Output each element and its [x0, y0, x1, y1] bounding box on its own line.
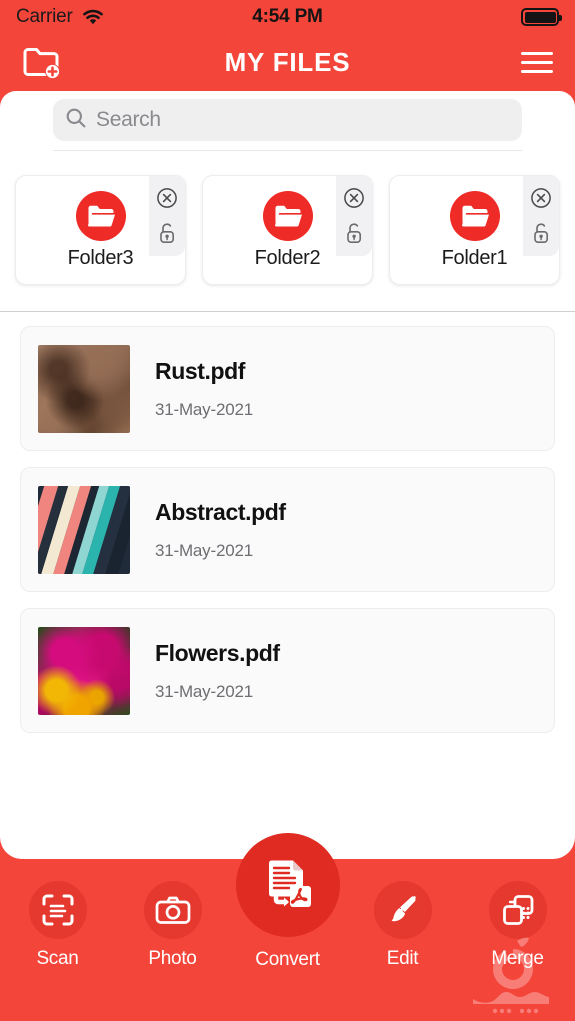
file-thumbnail: [38, 485, 130, 574]
folder-name: Folder3: [67, 246, 134, 269]
file-meta: Abstract.pdf 31-May-2021: [155, 499, 286, 561]
folder-name: Folder1: [441, 246, 508, 269]
file-name: Rust.pdf: [155, 357, 246, 384]
tab-merge[interactable]: Merge: [460, 881, 575, 970]
carrier-label: Carrier: [16, 6, 73, 27]
file-date: 31-May-2021: [155, 681, 253, 701]
folder-icon: [75, 190, 126, 241]
folder-icon: [262, 190, 313, 241]
file-name: Abstract.pdf: [155, 498, 286, 525]
folders-row: Folder3 Folder2 Folder1: [0, 151, 575, 285]
status-right: [521, 8, 562, 26]
tab-scan[interactable]: Scan: [0, 881, 115, 970]
close-circle-icon[interactable]: [156, 187, 178, 209]
tab-convert[interactable]: Convert: [230, 833, 345, 971]
folder-card[interactable]: Folder2: [202, 175, 373, 285]
file-list-item[interactable]: Flowers.pdf 31-May-2021: [20, 608, 555, 733]
hamburger-menu-icon[interactable]: [521, 52, 553, 73]
tab-photo[interactable]: Photo: [115, 881, 230, 970]
app-screen: Carrier 4:54 PM MY FILES Search Folder3 …: [0, 0, 575, 1021]
file-list-item[interactable]: Abstract.pdf 31-May-2021: [20, 467, 555, 592]
search-placeholder: Search: [96, 108, 161, 131]
scan-document-icon: [28, 881, 87, 939]
paintbrush-icon: [373, 881, 432, 939]
folder-card[interactable]: Folder3: [15, 175, 186, 285]
file-name: Flowers.pdf: [155, 639, 280, 666]
merge-squares-icon: [488, 881, 547, 939]
tab-label: Photo: [148, 948, 197, 969]
unlock-icon[interactable]: [157, 221, 177, 245]
content-sheet: Search Folder3 Folder2 Folder1 Rust.pdf …: [0, 91, 575, 859]
nav-bar: MY FILES: [0, 34, 575, 91]
status-bar: Carrier 4:54 PM: [0, 0, 575, 34]
file-thumbnail: [38, 344, 130, 433]
page-title: MY FILES: [224, 47, 351, 77]
close-circle-icon[interactable]: [343, 187, 365, 209]
folder-actions: [149, 176, 185, 256]
unlock-icon[interactable]: [531, 221, 551, 245]
search-input[interactable]: Search: [53, 99, 522, 141]
battery-full-icon: [521, 8, 562, 26]
file-meta: Flowers.pdf 31-May-2021: [155, 640, 280, 702]
file-list: Rust.pdf 31-May-2021 Abstract.pdf 31-May…: [0, 312, 575, 733]
folder-card[interactable]: Folder1: [389, 175, 560, 285]
file-list-item[interactable]: Rust.pdf 31-May-2021: [20, 326, 555, 451]
file-date: 31-May-2021: [155, 540, 253, 560]
file-thumbnail: [38, 626, 130, 715]
tab-edit[interactable]: Edit: [345, 881, 460, 970]
folder-actions: [523, 176, 559, 256]
folder-icon: [449, 190, 500, 241]
file-meta: Rust.pdf 31-May-2021: [155, 358, 253, 420]
search-icon: [65, 107, 87, 134]
folder-add-icon[interactable]: [22, 46, 62, 80]
tab-label: Convert: [255, 949, 320, 970]
folder-name: Folder2: [254, 246, 321, 269]
close-circle-icon[interactable]: [530, 187, 552, 209]
tab-label: Merge: [491, 948, 544, 969]
tab-label: Scan: [36, 948, 79, 969]
unlock-icon[interactable]: [344, 221, 364, 245]
file-date: 31-May-2021: [155, 399, 253, 419]
camera-icon: [143, 881, 202, 939]
wifi-icon: [81, 8, 105, 26]
tab-label: Edit: [386, 948, 419, 969]
tab-bar: Scan Photo Convert Edit Merge: [0, 833, 575, 1021]
search-area: Search: [0, 91, 575, 141]
convert-pdf-icon: [235, 833, 340, 937]
folder-actions: [336, 176, 372, 256]
